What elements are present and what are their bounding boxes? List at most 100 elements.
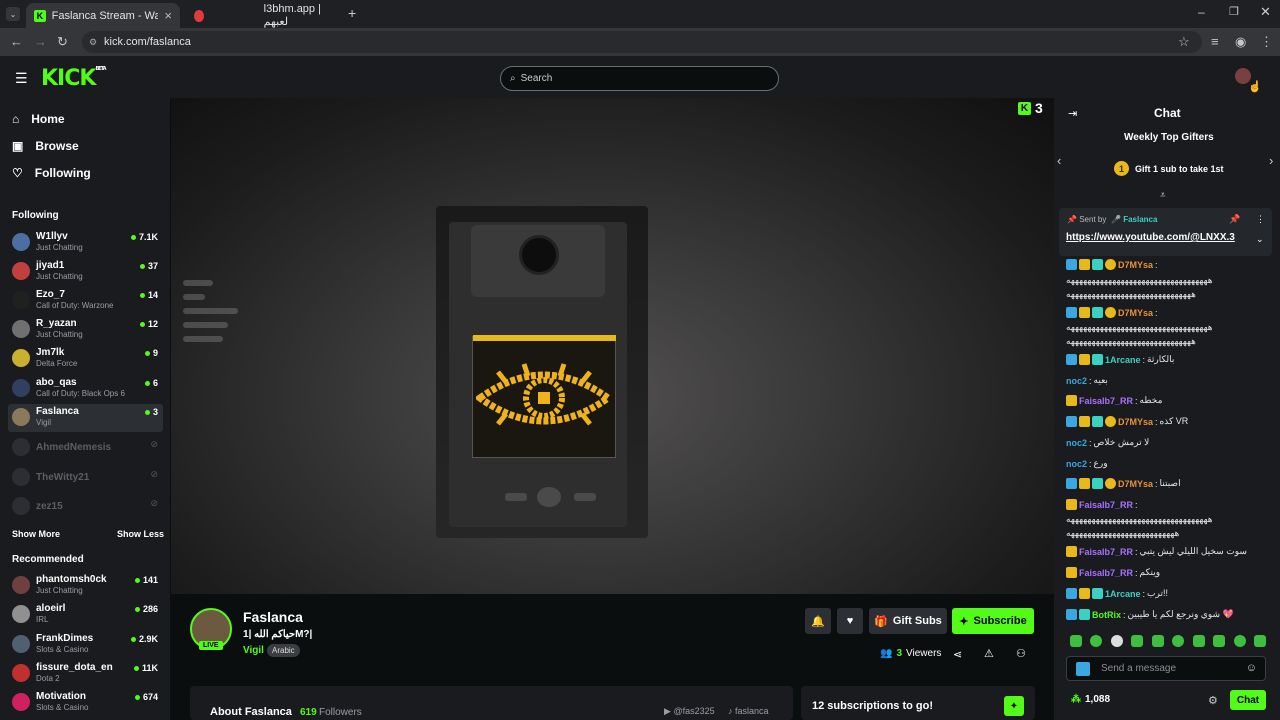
- bookmark-star-icon[interactable]: ☆: [1178, 34, 1190, 50]
- subscribe-button[interactable]: ✦ Subscribe: [952, 608, 1034, 634]
- browser-tab-l3bhm[interactable]: l3bhm.app | لعبهم: [186, 3, 340, 28]
- youtube-link[interactable]: ▶ @fas2325: [664, 706, 715, 717]
- report-icon[interactable]: ⚠: [984, 647, 994, 660]
- language-tag[interactable]: Arabic: [267, 644, 300, 657]
- nav-following[interactable]: ♡ Following: [12, 166, 91, 180]
- emote-icon[interactable]: [1131, 635, 1144, 647]
- show-less-button[interactable]: Show Less: [117, 529, 164, 539]
- more-options-icon[interactable]: ⋮: [1256, 214, 1265, 225]
- close-window-button[interactable]: ✕: [1260, 4, 1271, 20]
- chevron-right-icon[interactable]: ›: [1269, 153, 1273, 168]
- offline-channel-item[interactable]: zez15 ⊘: [8, 493, 163, 521]
- emote-icon[interactable]: [1151, 635, 1164, 647]
- live-dot-icon: [139, 321, 145, 327]
- following-channel-item[interactable]: R_yazan Just Chatting 12: [8, 316, 163, 344]
- emote-icon[interactable]: [1110, 635, 1123, 647]
- send-chat-button[interactable]: Chat: [1230, 690, 1266, 710]
- hamburger-menu-icon[interactable]: ☰: [15, 70, 28, 87]
- offline-icon: ⊘: [150, 439, 158, 449]
- emote-icon[interactable]: [1213, 635, 1226, 647]
- tiktok-link[interactable]: ♪ faslanca: [728, 706, 769, 716]
- emote-icon[interactable]: [1090, 635, 1103, 647]
- kick-logo[interactable]: KICKBETA: [41, 66, 107, 91]
- chat-settings-gear-icon[interactable]: ⚙: [1208, 694, 1218, 707]
- live-dot-icon: [130, 234, 136, 240]
- expand-arrow-icon[interactable]: ⩡: [1160, 190, 1166, 201]
- streamer-name[interactable]: Faslanca: [243, 609, 303, 625]
- search-input[interactable]: ⌕ Search: [500, 66, 779, 91]
- show-more-button[interactable]: Show More: [12, 529, 60, 539]
- nav-browse[interactable]: ▣ Browse: [12, 139, 79, 153]
- tiktok-icon: ♪: [728, 706, 733, 716]
- restore-button[interactable]: ❐: [1229, 5, 1239, 18]
- tab-search-button[interactable]: ⌄: [6, 7, 20, 21]
- pin-icon: 📌: [1067, 215, 1077, 224]
- browser-menu-icon[interactable]: ⋮: [1260, 34, 1273, 50]
- stream-category-link[interactable]: Vigil: [243, 645, 264, 656]
- avatar: [12, 438, 30, 456]
- channel-points[interactable]: ⁂ 1,088: [1071, 694, 1110, 705]
- offline-channel-item[interactable]: TheWitty21 ⊘: [8, 464, 163, 492]
- following-channel-item[interactable]: Ezo_7 Call of Duty: Warzone 14: [8, 287, 163, 315]
- tab-title: Faslanca Stream - Watch Live o: [51, 9, 159, 22]
- emoji-picker-icon[interactable]: ☺: [1246, 662, 1257, 674]
- recommended-channel-item[interactable]: fissure_dota_en Dota 2 11K: [8, 660, 163, 688]
- browser-tab-kick[interactable]: K Faslanca Stream - Watch Live o ×: [26, 3, 180, 28]
- rank-coin-icon: 1: [1114, 161, 1129, 176]
- back-icon[interactable]: ←: [10, 34, 23, 49]
- new-tab-button[interactable]: +: [348, 5, 356, 21]
- following-channel-item-selected[interactable]: Faslanca Vigil 3: [8, 404, 163, 432]
- follow-heart-button[interactable]: ♥: [837, 608, 863, 634]
- live-dot-icon: [139, 292, 145, 298]
- pinned-message[interactable]: 📌 Sent by 🎤 Faslanca 📌 ⋮ https://www.you…: [1059, 208, 1272, 256]
- mouse-cursor: ☝: [1248, 81, 1262, 93]
- user-settings-icon[interactable]: ⚇: [1016, 647, 1026, 660]
- close-tab-icon[interactable]: ×: [164, 8, 172, 23]
- recommended-channel-item[interactable]: Motivation Slots & Casino 674: [8, 689, 163, 717]
- avatar: [12, 693, 30, 711]
- url-field[interactable]: ⚙ kick.com/faslanca: [82, 31, 1202, 53]
- chevron-left-icon[interactable]: ‹: [1057, 153, 1061, 168]
- bell-icon: 🔔: [811, 615, 825, 628]
- recommended-channel-item[interactable]: phantomsh0ck Just Chatting 141: [8, 572, 163, 600]
- following-channel-item[interactable]: W1llyv Just Chatting 7.1K: [8, 229, 163, 257]
- unpin-icon[interactable]: 📌: [1229, 214, 1240, 225]
- followers-count: 619: [300, 707, 317, 718]
- notification-bell-button[interactable]: 🔔: [805, 608, 831, 634]
- about-panel: About Faslanca 619 Followers ▶ @fas2325 …: [190, 686, 793, 720]
- chat-message-input[interactable]: Send a message ☺: [1066, 656, 1266, 681]
- recommended-channel-item[interactable]: FrankDimes Slots & Casino 2.9K: [8, 631, 163, 659]
- reload-icon[interactable]: ↻: [57, 34, 68, 50]
- chevron-down-icon[interactable]: ⌄: [1256, 234, 1264, 245]
- offline-icon: ⊘: [150, 469, 158, 479]
- media-control-icon[interactable]: ≡: [1211, 34, 1219, 49]
- recommended-channel-item[interactable]: aloeirl IRL 286: [8, 601, 163, 629]
- emote-icon[interactable]: [1192, 635, 1205, 647]
- minimize-button[interactable]: –: [1198, 5, 1205, 19]
- profile-icon[interactable]: ◉: [1235, 34, 1246, 50]
- offline-channel-item[interactable]: AhmedNemesis ⊘: [8, 434, 163, 462]
- collapse-chat-icon[interactable]: ⇥: [1068, 107, 1077, 120]
- pinned-link[interactable]: https://www.youtube.com/@LNXX.3: [1066, 232, 1235, 243]
- following-channel-item[interactable]: abo_qas Call of Duty: Black Ops 66: [8, 375, 163, 403]
- recommended-section-title: Recommended: [12, 554, 84, 565]
- site-info-icon[interactable]: ⚙: [89, 37, 97, 48]
- video-player[interactable]: [171, 98, 1054, 594]
- share-icon[interactable]: ⋖: [953, 648, 962, 661]
- chat-message: Faisalb7_RR: سوت سخيل الليلي ليش يتبي: [1066, 546, 1271, 557]
- emote-icon[interactable]: [1070, 635, 1082, 647]
- gift-subs-button[interactable]: 🎁 Gift Subs: [869, 608, 947, 634]
- chat-identity-badge-icon[interactable]: [1076, 662, 1090, 676]
- following-channel-item[interactable]: Jm7lk Delta Force 9: [8, 345, 163, 373]
- forward-icon[interactable]: →: [34, 34, 47, 49]
- avatar: [12, 635, 30, 653]
- url-text: kick.com/faslanca: [104, 36, 191, 48]
- nav-home[interactable]: ⌂ Home: [12, 112, 65, 126]
- sparkle-icon[interactable]: ✦: [1004, 696, 1024, 716]
- gift-rank-slot[interactable]: 1 Gift 1 sub to take 1st: [1114, 161, 1224, 176]
- emote-icon[interactable]: [1172, 635, 1185, 647]
- following-channel-item[interactable]: jiyad1 Just Chatting 37: [8, 258, 163, 286]
- chat-message: D7MYsa: كذه VR: [1066, 416, 1271, 427]
- emote-icon[interactable]: [1253, 635, 1266, 647]
- emote-icon[interactable]: [1233, 635, 1246, 647]
